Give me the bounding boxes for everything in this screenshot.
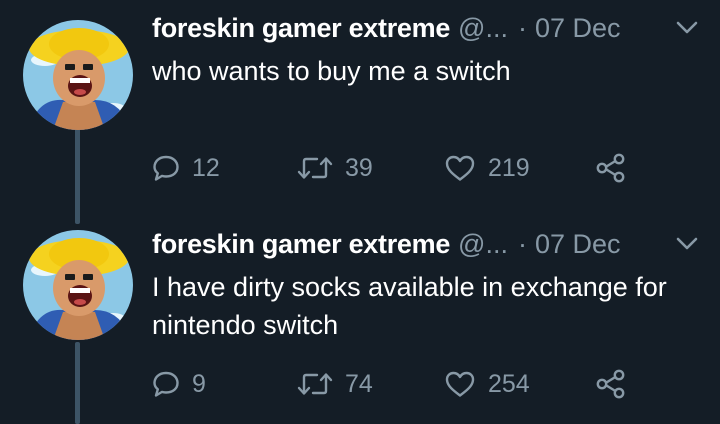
retweet-icon bbox=[297, 157, 333, 179]
retweet-count: 74 bbox=[345, 369, 373, 398]
tweet[interactable]: foreskin gamer extreme @... · 07 Dec who… bbox=[0, 8, 720, 208]
tweet-text: who wants to buy me a switch bbox=[152, 56, 511, 86]
chevron-down-icon[interactable] bbox=[676, 20, 698, 36]
like-icon bbox=[445, 371, 475, 397]
chevron-down-icon[interactable] bbox=[676, 236, 698, 252]
reply-count: 12 bbox=[192, 153, 220, 182]
retweet-button[interactable]: 39 bbox=[297, 148, 373, 188]
reply-icon bbox=[153, 371, 179, 397]
retweet-count: 39 bbox=[345, 153, 373, 182]
share-icon bbox=[596, 153, 625, 183]
display-name[interactable]: foreskin gamer extreme bbox=[152, 229, 450, 260]
separator-dot: · bbox=[517, 12, 527, 43]
user-handle[interactable]: @... bbox=[458, 13, 508, 44]
tweet[interactable]: foreskin gamer extreme @... · 07 Dec I h… bbox=[0, 224, 720, 424]
tweet-header: foreskin gamer extreme @... · 07 Dec bbox=[152, 224, 621, 264]
tweet-actions: 12 39 219 bbox=[152, 148, 652, 188]
reply-count: 9 bbox=[192, 369, 206, 398]
reply-button[interactable]: 12 bbox=[152, 148, 220, 188]
tweet-text: I have dirty socks available in exchange… bbox=[152, 272, 667, 340]
share-button[interactable] bbox=[595, 148, 627, 188]
tweet-date[interactable]: 07 Dec bbox=[535, 229, 621, 260]
like-icon bbox=[445, 155, 475, 181]
share-button[interactable] bbox=[595, 364, 627, 404]
like-count: 254 bbox=[488, 369, 530, 398]
separator-dot: · bbox=[517, 228, 527, 259]
tweet-date[interactable]: 07 Dec bbox=[535, 13, 621, 44]
retweet-icon bbox=[297, 373, 333, 395]
avatar[interactable] bbox=[23, 230, 133, 340]
like-button[interactable]: 219 bbox=[444, 148, 530, 188]
user-handle[interactable]: @... bbox=[458, 229, 508, 260]
like-count: 219 bbox=[488, 153, 530, 182]
share-icon bbox=[596, 369, 625, 399]
tweet-actions: 9 74 254 bbox=[152, 364, 652, 404]
display-name[interactable]: foreskin gamer extreme bbox=[152, 13, 450, 44]
retweet-button[interactable]: 74 bbox=[297, 364, 373, 404]
reply-button[interactable]: 9 bbox=[152, 364, 206, 404]
tweet-header: foreskin gamer extreme @... · 07 Dec bbox=[152, 8, 621, 48]
like-button[interactable]: 254 bbox=[444, 364, 530, 404]
avatar[interactable] bbox=[23, 20, 133, 130]
reply-icon bbox=[153, 155, 179, 181]
